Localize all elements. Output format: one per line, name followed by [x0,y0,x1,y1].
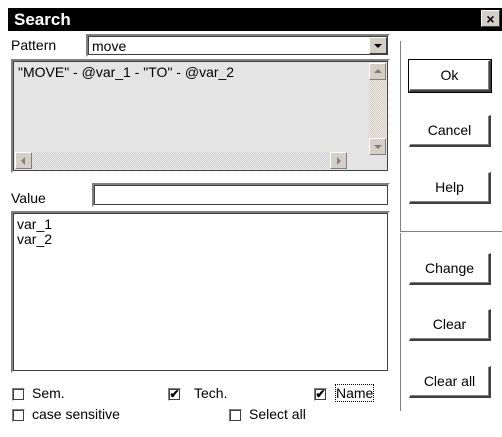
checkmark-icon: ✔ [169,387,180,401]
name-checkbox[interactable]: ✔ [314,388,327,401]
case-sensitive-checkbox[interactable] [12,409,25,422]
change-button[interactable]: Change [409,253,491,285]
value-input[interactable] [92,183,390,207]
list-item[interactable]: var_1 [17,216,52,232]
clear-button[interactable]: Clear [409,309,491,341]
cancel-button[interactable]: Cancel [409,115,491,147]
sem-label: Sem. [32,385,65,401]
chevron-down-icon[interactable] [369,37,387,54]
dialog-body: Pattern move "MOVE" - @var_1 - "TO" - @v… [8,31,502,437]
name-label: Name [334,384,375,402]
arrow-right-icon[interactable] [330,152,347,169]
horizontal-separator [400,231,502,233]
pattern-combobox[interactable]: move [86,34,390,57]
pattern-label: Pattern [11,37,57,53]
variables-list[interactable]: var_1 var_2 [11,211,390,373]
pattern-expression-text: "MOVE" - @var_1 - "TO" - @var_2 [18,64,235,80]
tech-label: Tech. [194,385,228,401]
pattern-expression-box[interactable]: "MOVE" - @var_1 - "TO" - @var_2 [11,59,390,173]
arrow-left-icon[interactable] [15,152,32,169]
horizontal-scrollbar-track[interactable] [32,152,330,169]
pattern-value: move [92,38,127,54]
vertical-scrollbar-track[interactable] [369,80,386,138]
arrow-up-icon[interactable] [369,63,386,80]
case-sensitive-label: case sensitive [32,406,120,422]
sem-checkbox[interactable] [12,388,25,401]
vertical-separator [400,41,402,411]
select-all-checkbox[interactable] [229,409,242,422]
ok-button[interactable]: Ok [408,59,492,93]
close-icon[interactable]: × [481,10,500,27]
tech-checkbox[interactable]: ✔ [168,388,181,401]
arrow-down-icon[interactable] [369,138,386,155]
window-title: Search [14,10,71,29]
title-bar[interactable]: Search × [8,8,502,31]
checkmark-icon: ✔ [315,387,326,401]
value-label: Value [11,190,46,206]
help-button[interactable]: Help [409,172,491,204]
select-all-label: Select all [249,406,306,422]
clear-all-button[interactable]: Clear all [409,366,491,398]
list-item[interactable]: var_2 [17,231,52,247]
